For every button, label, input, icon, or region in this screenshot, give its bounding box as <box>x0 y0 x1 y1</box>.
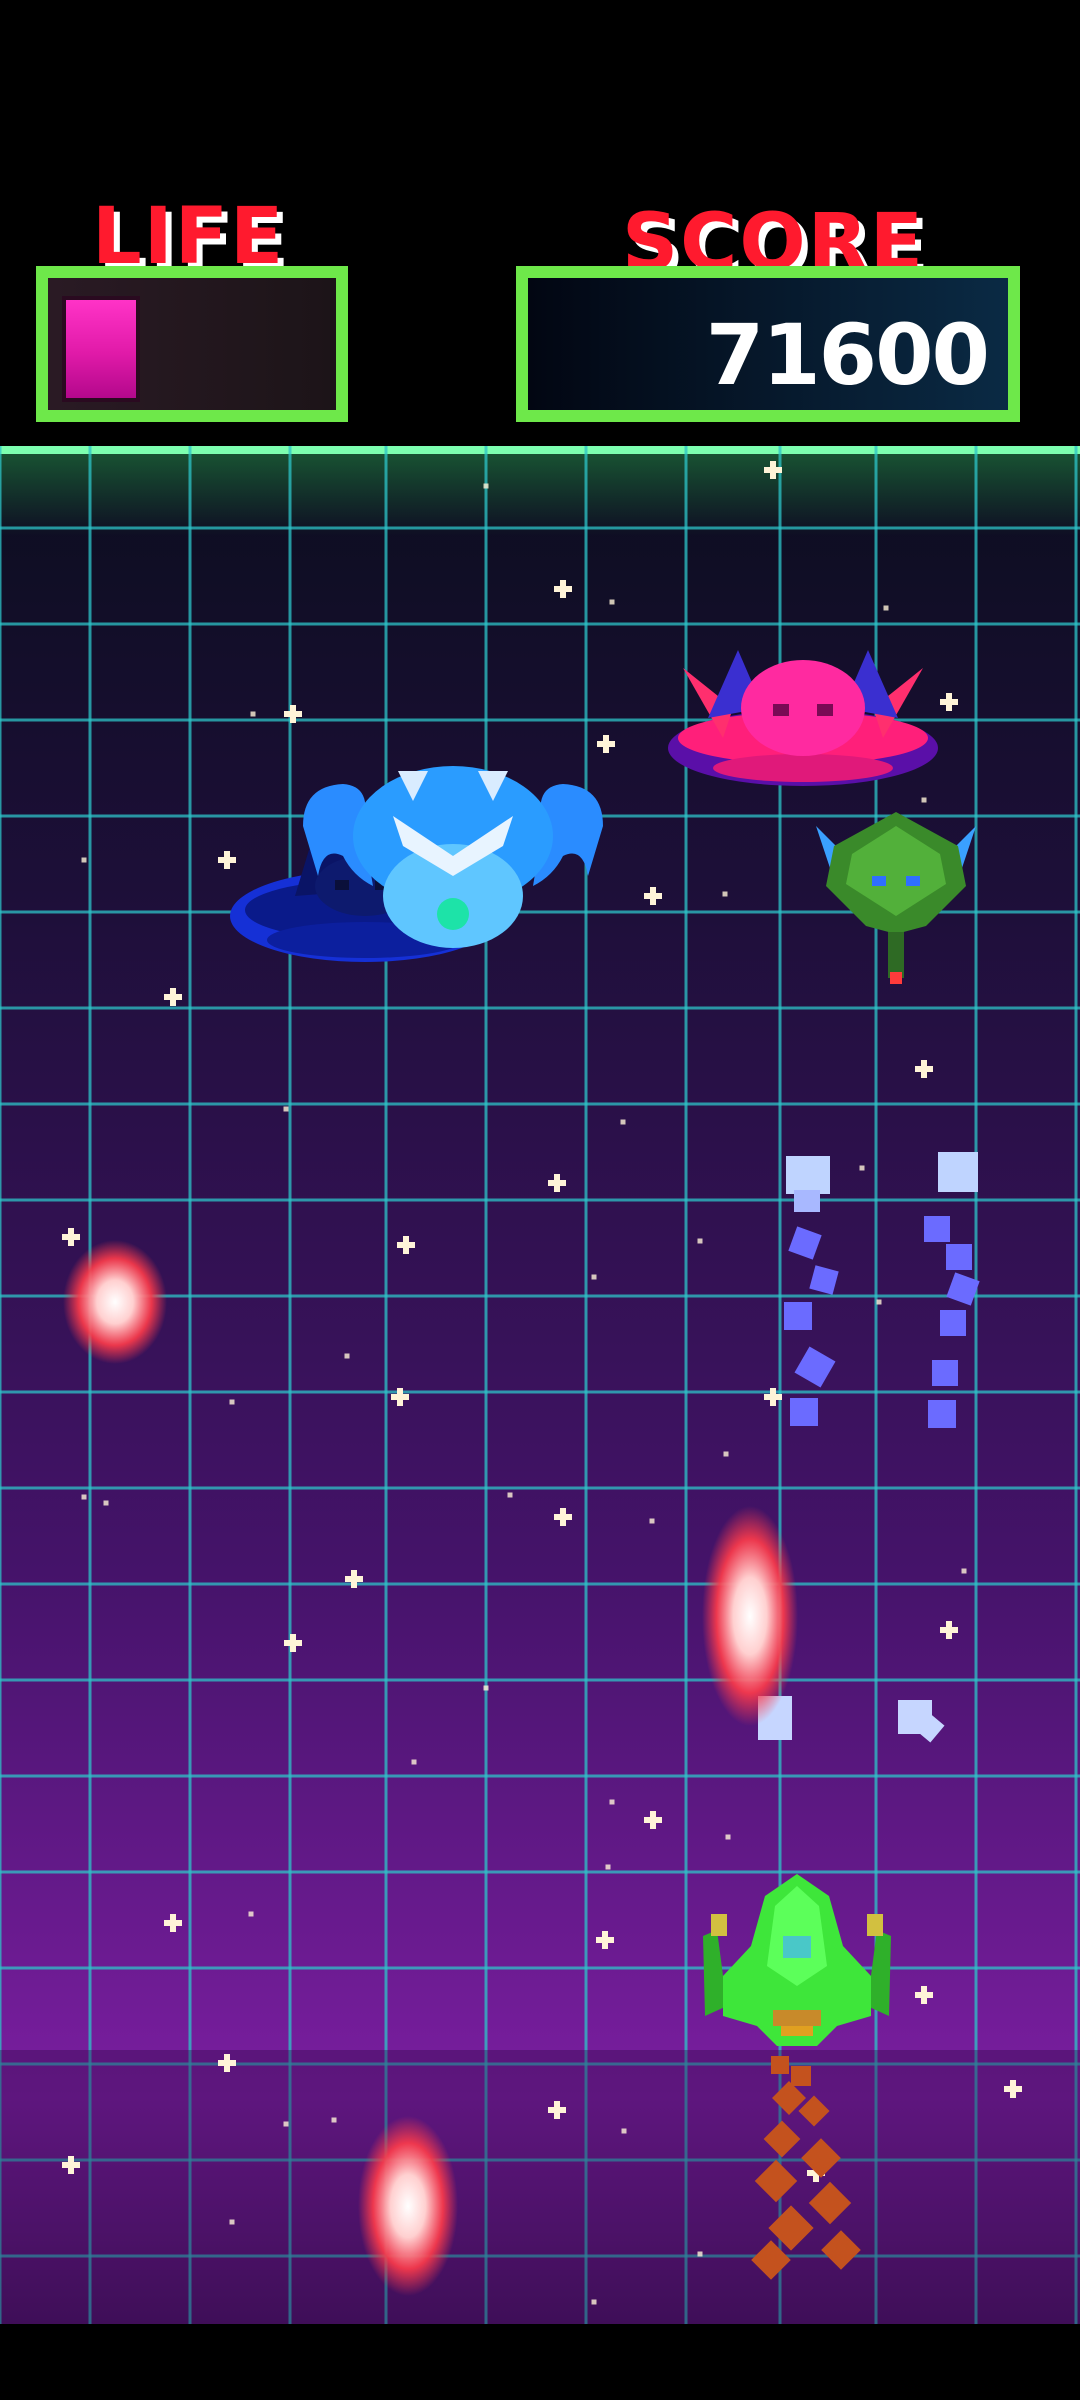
star-dot <box>81 857 87 863</box>
play-area[interactable] <box>0 446 1080 2324</box>
star-dot <box>725 1834 731 1840</box>
star-dot <box>229 2219 235 2225</box>
star-dot <box>921 797 927 803</box>
life-bar-fill <box>62 296 140 402</box>
bottom-shade <box>0 2050 1080 2324</box>
star-dot <box>283 2121 289 2127</box>
star-dot <box>621 2128 627 2134</box>
life-bar <box>36 266 348 422</box>
star-dot <box>483 483 489 489</box>
star-dot <box>609 1799 615 1805</box>
star-dot <box>248 1911 254 1917</box>
star-dot <box>649 1518 655 1524</box>
star-dot <box>483 1685 489 1691</box>
score-panel: 71600 <box>516 266 1020 422</box>
space-background <box>0 446 1080 2324</box>
star-dot <box>859 1165 865 1171</box>
bottom-black-bar <box>0 2324 1080 2400</box>
star-dot <box>411 1759 417 1765</box>
star-dot <box>507 1492 513 1498</box>
star-dot <box>605 1864 611 1870</box>
star-dot <box>81 1494 87 1500</box>
star-dot <box>344 1353 350 1359</box>
star-dot <box>250 711 256 717</box>
star-dot <box>697 2251 703 2257</box>
star-dot <box>722 891 728 897</box>
star-dot <box>961 1568 967 1574</box>
top-border-line <box>0 446 1080 454</box>
star-dot <box>591 1274 597 1280</box>
star-dot <box>103 1500 109 1506</box>
star-dot <box>331 2117 337 2123</box>
top-glow <box>0 446 1080 536</box>
star-dot <box>609 599 615 605</box>
star-dot <box>883 605 889 611</box>
star-dot <box>283 1106 289 1112</box>
star-dot <box>697 1238 703 1244</box>
star-dot <box>591 2299 597 2305</box>
star-dot <box>229 1399 235 1405</box>
star-dot <box>723 1451 729 1457</box>
star-dot <box>876 1299 882 1305</box>
star-dot <box>620 1119 626 1125</box>
game-field[interactable] <box>0 446 1080 2324</box>
score-value: 71600 <box>705 306 990 404</box>
